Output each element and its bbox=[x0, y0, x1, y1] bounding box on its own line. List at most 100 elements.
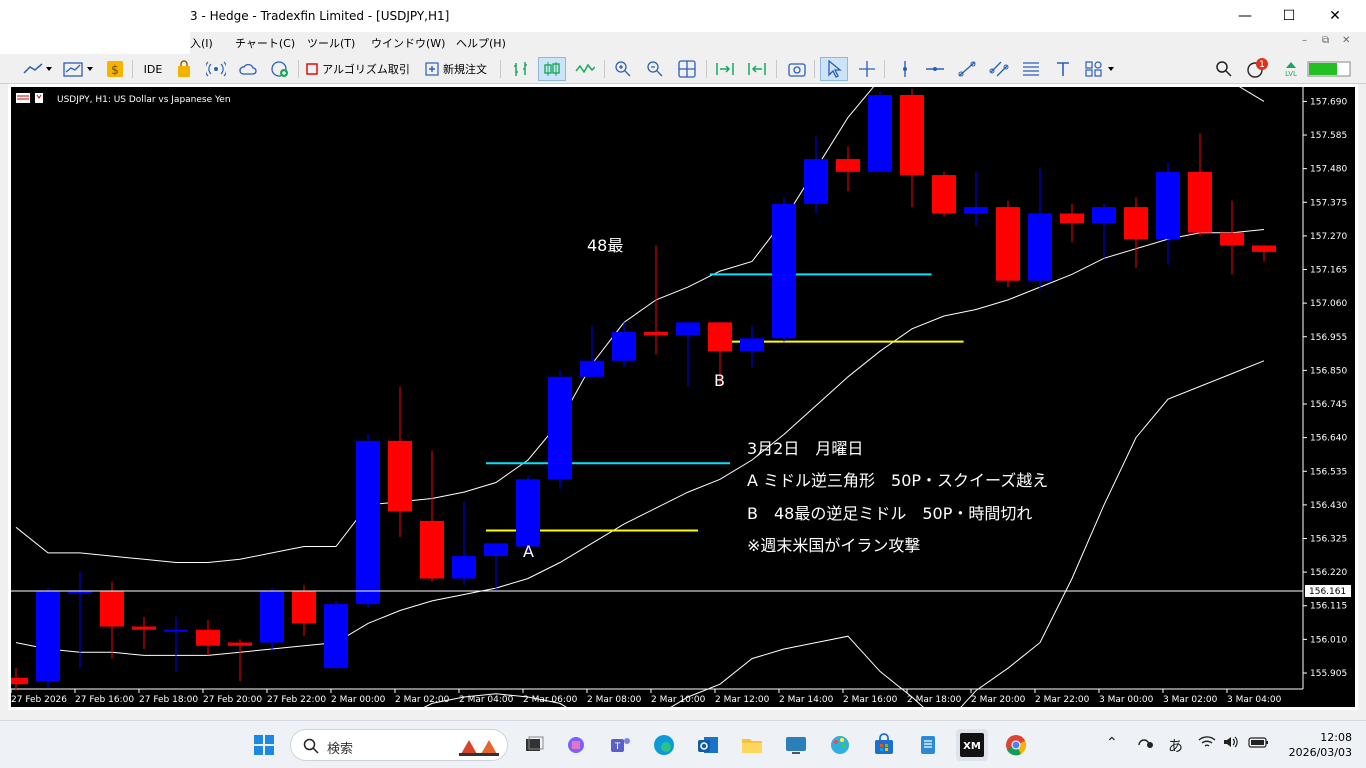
title-mask bbox=[0, 0, 190, 56]
start-icon[interactable] bbox=[248, 729, 280, 761]
note-date: 3月2日 月曜日 bbox=[747, 439, 863, 458]
candle-body bbox=[900, 95, 924, 176]
toolbar-separator bbox=[776, 60, 777, 78]
dollar-icon[interactable]: $ bbox=[104, 57, 126, 81]
clock[interactable]: 12:08 2026/03/03 bbox=[1282, 730, 1352, 760]
time-tick-label: 2 Mar 18:00 bbox=[907, 695, 962, 705]
zoom-out-icon[interactable] bbox=[642, 57, 668, 81]
bar-chart-icon[interactable] bbox=[508, 57, 534, 81]
minimize-button[interactable]: — bbox=[1222, 0, 1268, 32]
menu-insert[interactable]: 入(I) bbox=[190, 35, 213, 51]
taskbar: 検索 T XM ⌃ あ 12:08 2026/03/03 bbox=[0, 720, 1366, 768]
outlook-icon[interactable] bbox=[692, 729, 724, 761]
task-view-icon[interactable] bbox=[518, 729, 550, 761]
search-icon[interactable] bbox=[1212, 57, 1236, 81]
search-icon bbox=[303, 738, 319, 754]
chart-shift-icon[interactable] bbox=[744, 57, 770, 81]
candle-body bbox=[1060, 213, 1084, 224]
wifi-icon[interactable] bbox=[1198, 735, 1216, 753]
text-tool-icon[interactable] bbox=[1050, 57, 1076, 81]
connection-status-icon[interactable] bbox=[1306, 57, 1352, 81]
price-tick-label: 156.745 bbox=[1310, 400, 1347, 410]
candle-body bbox=[420, 520, 444, 579]
xm-mt5-icon[interactable]: XM bbox=[956, 729, 988, 761]
candlestick-chart-icon[interactable] bbox=[538, 57, 566, 81]
notepad-icon[interactable] bbox=[912, 729, 944, 761]
auto-scroll-icon[interactable] bbox=[712, 57, 738, 81]
vertical-line-icon[interactable] bbox=[892, 57, 918, 81]
taskbar-search[interactable]: 検索 bbox=[290, 729, 508, 761]
time-tick-label: 2 Mar 06:00 bbox=[523, 695, 578, 705]
paint-icon[interactable] bbox=[824, 729, 856, 761]
teams-icon[interactable]: T bbox=[604, 729, 636, 761]
crosshair-icon[interactable] bbox=[854, 57, 880, 81]
signals-icon[interactable] bbox=[204, 57, 228, 81]
menu-tools[interactable]: ツール(T) bbox=[307, 35, 355, 51]
candlestick-chart[interactable]: USDJPY, H1: US Dollar vs Japanese Yen 15… bbox=[11, 87, 1355, 707]
mdi-restore-button[interactable]: ⧉ bbox=[1322, 35, 1329, 46]
line-chart-type-icon[interactable] bbox=[572, 57, 598, 81]
tile-windows-icon[interactable] bbox=[674, 57, 700, 81]
candle-body bbox=[324, 604, 348, 669]
close-button[interactable]: ✕ bbox=[1312, 0, 1358, 32]
time-tick-label: 2 Mar 14:00 bbox=[779, 695, 834, 705]
level-icon[interactable]: LVL bbox=[1278, 57, 1304, 81]
fibonacci-icon[interactable] bbox=[1018, 57, 1044, 81]
shapes-icon[interactable] bbox=[1082, 57, 1118, 81]
price-tick-label: 156.115 bbox=[1310, 602, 1347, 612]
band-middle bbox=[15, 229, 1265, 656]
edge-icon[interactable] bbox=[648, 729, 680, 761]
candle-body bbox=[740, 338, 764, 352]
level-label: LVL bbox=[1285, 69, 1297, 78]
battery-icon[interactable] bbox=[1248, 735, 1270, 753]
maximize-button[interactable]: ☐ bbox=[1266, 0, 1312, 32]
current-price-label: 156.161 bbox=[1309, 587, 1346, 597]
menu-chart[interactable]: チャート(C) bbox=[235, 35, 295, 51]
indicators-icon[interactable] bbox=[60, 57, 96, 81]
price-tick-label: 157.270 bbox=[1310, 232, 1347, 242]
vps-icon[interactable] bbox=[268, 57, 292, 81]
candle-body bbox=[612, 331, 636, 361]
ide-button[interactable]: IDE bbox=[140, 57, 166, 81]
note-event: ※週末米国がイラン攻撃 bbox=[747, 536, 920, 555]
trendline-icon[interactable] bbox=[954, 57, 980, 81]
mdi-close-button[interactable]: ✕ bbox=[1342, 35, 1350, 46]
bollinger-bands bbox=[15, 87, 1265, 707]
line-chart-icon[interactable] bbox=[20, 57, 54, 81]
market-bag-icon[interactable] bbox=[172, 57, 196, 81]
channel-icon[interactable] bbox=[986, 57, 1012, 81]
candle-body bbox=[1092, 207, 1116, 224]
ime-indicator[interactable]: あ bbox=[1168, 735, 1183, 756]
new-order-icon bbox=[425, 62, 439, 76]
candle-body bbox=[1188, 171, 1212, 233]
annotation-b: B bbox=[714, 371, 725, 390]
candle-body bbox=[676, 322, 700, 336]
store-icon[interactable] bbox=[868, 729, 900, 761]
price-tick-label: 156.955 bbox=[1310, 333, 1347, 343]
menu-window[interactable]: ウインドウ(W) bbox=[371, 35, 445, 51]
chrome-icon[interactable] bbox=[1000, 729, 1032, 761]
network-status-icon[interactable] bbox=[1136, 735, 1154, 753]
chart-area[interactable]: USDJPY, H1: US Dollar vs Japanese Yen 15… bbox=[11, 87, 1355, 707]
time-tick-label: 27 Feb 20:00 bbox=[203, 695, 262, 705]
copilot-icon[interactable] bbox=[560, 729, 592, 761]
candle-body bbox=[644, 331, 668, 336]
chart-header: USDJPY, H1: US Dollar vs Japanese Yen bbox=[57, 95, 231, 105]
algo-trading-button[interactable]: アルゴリズム取引 bbox=[306, 57, 410, 81]
new-order-button[interactable]: 新規注文 bbox=[418, 57, 494, 81]
file-explorer-icon[interactable] bbox=[736, 729, 768, 761]
cursor-icon[interactable] bbox=[820, 57, 848, 81]
svg-text:T: T bbox=[614, 742, 621, 752]
volume-icon[interactable] bbox=[1222, 735, 1240, 753]
price-tick-label: 156.010 bbox=[1310, 635, 1347, 645]
svg-text:XM: XM bbox=[963, 741, 981, 752]
chevron-up-icon[interactable]: ⌃ bbox=[1106, 735, 1118, 751]
horizontal-line-icon[interactable] bbox=[922, 57, 948, 81]
remote-desktop-icon[interactable] bbox=[780, 729, 812, 761]
screenshot-icon[interactable] bbox=[784, 57, 810, 81]
mdi-minimize-button[interactable]: – bbox=[1302, 35, 1307, 46]
menu-help[interactable]: ヘルプ(H) bbox=[456, 35, 506, 51]
cloud-icon[interactable] bbox=[236, 57, 260, 81]
notifications-icon[interactable]: 1 bbox=[1244, 57, 1270, 81]
zoom-in-icon[interactable] bbox=[610, 57, 636, 81]
